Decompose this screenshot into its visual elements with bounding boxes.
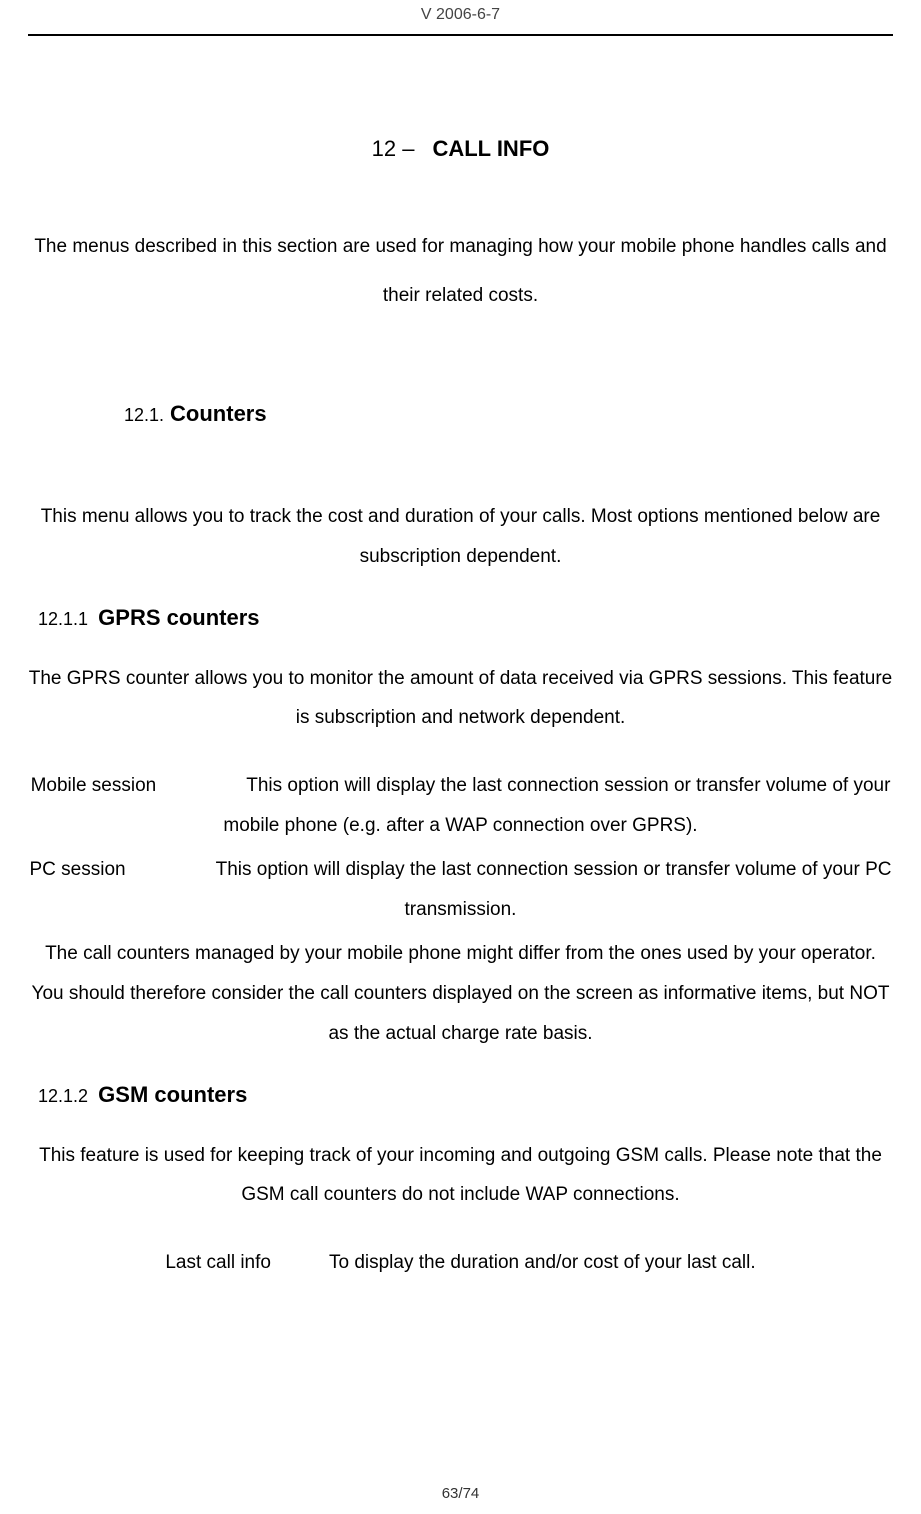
definition-term: Mobile session (31, 775, 157, 796)
subsubsection-number: 12.1.2 (38, 1086, 88, 1106)
definition-term: Last call info (165, 1252, 271, 1273)
header-version: V 2006-6-7 (28, 0, 893, 34)
definition-row: Mobile session This option will display t… (28, 766, 893, 846)
section-name: CALL INFO (432, 136, 549, 161)
subsubsection-heading-gprs: 12.1.1 GPRS counters (38, 605, 893, 631)
subsubsection-title: GPRS counters (98, 605, 259, 630)
header-rule (28, 34, 893, 36)
document-page: V 2006-6-7 12 – CALL INFO The menus descr… (0, 0, 921, 1514)
subsection-intro: This menu allows you to track the cost a… (28, 497, 893, 577)
subsection-title: Counters (170, 401, 267, 426)
gprs-intro: The GPRS counter allows you to monitor t… (28, 659, 893, 739)
page-number: 63/74 (0, 1485, 921, 1502)
definition-term: PC session (30, 859, 126, 880)
subsubsection-title: GSM counters (98, 1082, 247, 1107)
gprs-disclaimer: The call counters managed by your mobile… (28, 934, 893, 1054)
definition-description: To display the duration and/or cost of y… (329, 1252, 756, 1273)
definition-row: PC session This option will display the l… (28, 850, 893, 930)
subsubsection-number: 12.1.1 (38, 609, 88, 629)
gsm-intro: This feature is used for keeping track o… (28, 1136, 893, 1216)
definition-row: Last call info To display the duration an… (28, 1243, 893, 1283)
definition-description: This option will display the last connec… (216, 859, 892, 920)
section-intro: The menus described in this section are … (28, 222, 893, 321)
subsubsection-heading-gsm: 12.1.2 GSM counters (38, 1082, 893, 1108)
definition-description: This option will display the last connec… (223, 775, 890, 836)
subsection-number: 12.1. (124, 405, 164, 425)
section-title: 12 – CALL INFO (28, 136, 893, 162)
section-number: 12 – (372, 136, 415, 161)
subsection-heading: 12.1. Counters (124, 401, 893, 427)
